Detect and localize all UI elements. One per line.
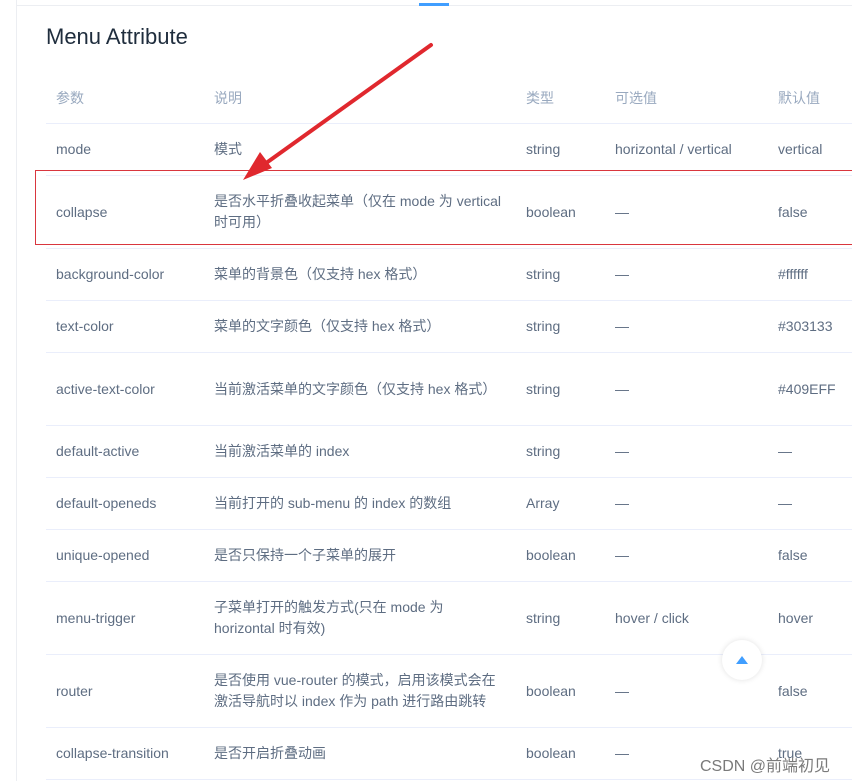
header-description: 说明 bbox=[204, 72, 516, 124]
cell-param: router bbox=[46, 654, 204, 728]
cell-description: 菜单的文字颜色（仅支持 hex 格式） bbox=[204, 300, 516, 353]
cell-param: collapse bbox=[46, 175, 204, 249]
header-type: 类型 bbox=[516, 72, 605, 124]
section-title: Menu Attribute bbox=[46, 24, 188, 49]
cell-default: — bbox=[768, 477, 852, 530]
cell-description: 模式 bbox=[204, 123, 516, 176]
table-row: default-openeds 当前打开的 sub-menu 的 index 的… bbox=[46, 477, 852, 530]
cell-type: string bbox=[516, 248, 605, 301]
table-row: background-color 菜单的背景色（仅支持 hex 格式） stri… bbox=[46, 248, 852, 301]
cell-param: active-text-color bbox=[46, 352, 204, 426]
table-header-row: 参数 说明 类型 可选值 默认值 bbox=[46, 72, 852, 124]
header-param: 参数 bbox=[46, 72, 204, 124]
cell-description: 是否只保持一个子菜单的展开 bbox=[204, 529, 516, 582]
cell-param: unique-opened bbox=[46, 529, 204, 582]
cell-type: boolean bbox=[516, 727, 605, 780]
header-default: 默认值 bbox=[768, 72, 852, 124]
cell-param: text-color bbox=[46, 300, 204, 353]
cell-options: — bbox=[605, 477, 768, 530]
cell-description: 是否开启折叠动画 bbox=[204, 727, 516, 780]
cell-default: — bbox=[768, 425, 852, 478]
cell-default: #303133 bbox=[768, 300, 852, 353]
table-row: text-color 菜单的文字颜色（仅支持 hex 格式） string — … bbox=[46, 300, 852, 353]
cell-type: string bbox=[516, 300, 605, 353]
table-row: unique-opened 是否只保持一个子菜单的展开 boolean — fa… bbox=[46, 529, 852, 582]
cell-options: — bbox=[605, 352, 768, 426]
cell-default: false bbox=[768, 529, 852, 582]
cell-options: — bbox=[605, 300, 768, 353]
header-options: 可选值 bbox=[605, 72, 768, 124]
cell-type: boolean bbox=[516, 529, 605, 582]
table-row: mode 模式 string horizontal / vertical ver… bbox=[46, 123, 852, 176]
table-row: active-text-color 当前激活菜单的文字颜色（仅支持 hex 格式… bbox=[46, 352, 852, 426]
cell-default: false bbox=[768, 654, 852, 728]
cell-type: string bbox=[516, 425, 605, 478]
cell-param: default-active bbox=[46, 425, 204, 478]
cell-options: — bbox=[605, 248, 768, 301]
cell-description: 是否使用 vue-router 的模式，启用该模式会在激活导航时以 index … bbox=[204, 654, 516, 728]
table-row: collapse 是否水平折叠收起菜单（仅在 mode 为 vertical 时… bbox=[46, 175, 852, 249]
content-left-border bbox=[16, 0, 17, 781]
back-to-top-button[interactable] bbox=[722, 640, 762, 680]
cell-default: false bbox=[768, 175, 852, 249]
cell-type: boolean bbox=[516, 654, 605, 728]
cell-param: default-openeds bbox=[46, 477, 204, 530]
cell-description: 当前激活菜单的 index bbox=[204, 425, 516, 478]
cell-type: string bbox=[516, 581, 605, 655]
cell-default: #ffffff bbox=[768, 248, 852, 301]
cell-default: #409EFF bbox=[768, 352, 852, 426]
cell-param: menu-trigger bbox=[46, 581, 204, 655]
cell-description: 当前激活菜单的文字颜色（仅支持 hex 格式） bbox=[204, 352, 516, 426]
watermark: CSDN @前端初见 bbox=[700, 758, 831, 775]
cell-type: boolean bbox=[516, 175, 605, 249]
cell-param: mode bbox=[46, 123, 204, 176]
cell-options: horizontal / vertical bbox=[605, 123, 768, 176]
table-row: default-active 当前激活菜单的 index string — — bbox=[46, 425, 852, 478]
cell-description: 当前打开的 sub-menu 的 index 的数组 bbox=[204, 477, 516, 530]
cell-options: — bbox=[605, 529, 768, 582]
cell-options: — bbox=[605, 175, 768, 249]
cell-description: 是否水平折叠收起菜单（仅在 mode 为 vertical 时可用） bbox=[204, 175, 516, 249]
cell-options: — bbox=[605, 425, 768, 478]
cell-type: Array bbox=[516, 477, 605, 530]
active-tab-indicator bbox=[419, 3, 449, 6]
cell-default: vertical bbox=[768, 123, 852, 176]
cell-param: collapse-transition bbox=[46, 727, 204, 780]
cell-param: background-color bbox=[46, 248, 204, 301]
cell-type: string bbox=[516, 123, 605, 176]
caret-up-icon bbox=[736, 656, 748, 664]
cell-description: 菜单的背景色（仅支持 hex 格式） bbox=[204, 248, 516, 301]
cell-type: string bbox=[516, 352, 605, 426]
cell-description: 子菜单打开的触发方式(只在 mode 为 horizontal 时有效) bbox=[204, 581, 516, 655]
cell-default: hover bbox=[768, 581, 852, 655]
